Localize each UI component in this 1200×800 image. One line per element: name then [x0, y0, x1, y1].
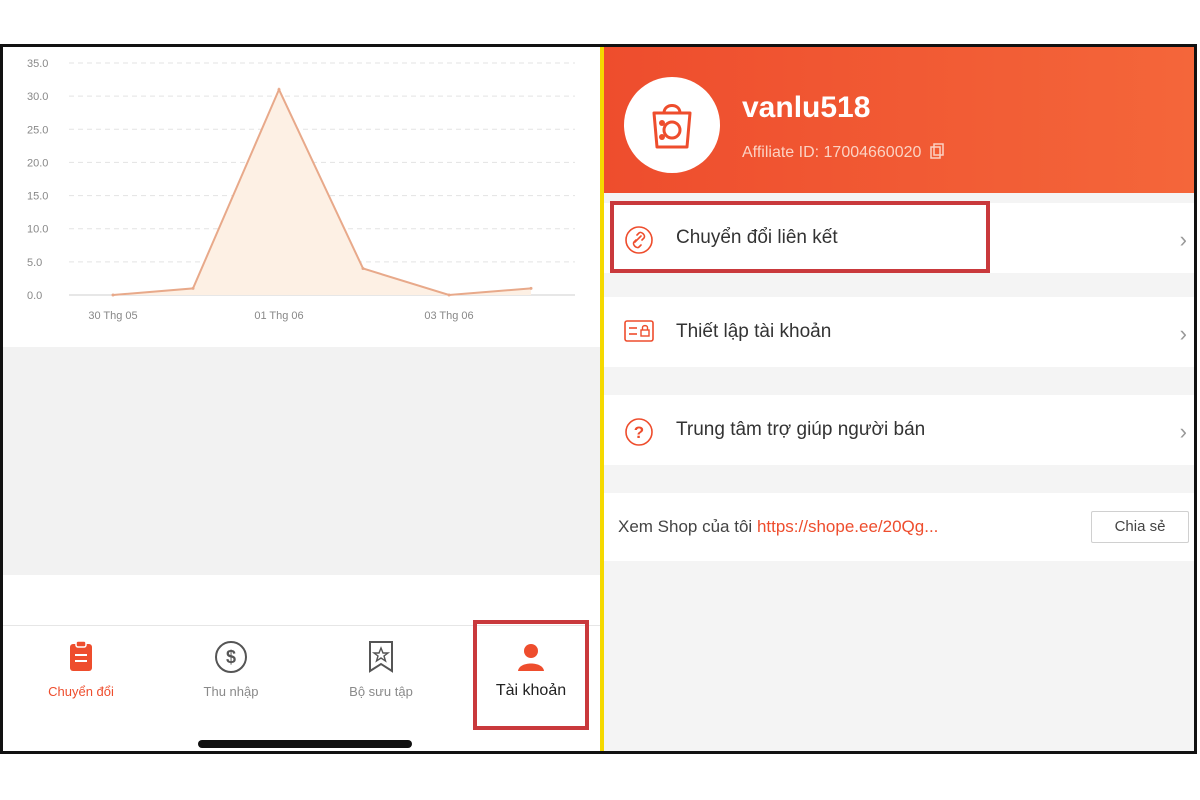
conversion-chart: 35.0 30.0 25.0 20.0 15.0 10.0 5.0 0.0 30 Thg 05 0… — [3, 47, 600, 347]
tab-label: Chuyển đổi — [48, 684, 114, 699]
menu-item-account-settings[interactable]: Thiết lập tài khoản › — [604, 297, 1194, 367]
profile-header: vanlu518 Affiliate ID: 17004660020 — [604, 47, 1194, 193]
my-shop-row: Xem Shop của tôi https://shope.ee/20Qg..… — [604, 493, 1194, 561]
shop-bag-icon — [652, 104, 692, 149]
chevron-right-icon: › — [1179, 321, 1187, 346]
chevron-right-icon: › — [1179, 227, 1187, 252]
chevron-right-icon: › — [1179, 419, 1187, 444]
copy-icon[interactable] — [930, 143, 944, 164]
data-point — [277, 88, 281, 92]
help-icon: ? — [624, 417, 654, 452]
data-point — [361, 266, 365, 270]
menu-item-label: Thiết lập tài khoản — [676, 321, 832, 342]
y-tick-label: 20.0 — [27, 157, 48, 169]
content-strip — [3, 575, 600, 623]
home-indicator — [198, 740, 412, 748]
my-shop-label: Xem Shop của tôi https://shope.ee/20Qg..… — [618, 517, 938, 537]
avatar[interactable] — [624, 77, 720, 173]
user-icon — [516, 642, 546, 677]
tab-label: Bộ sưu tập — [349, 684, 413, 699]
bookmark-star-icon — [367, 640, 395, 679]
x-tick-label: 03 Thg 06 — [424, 310, 473, 322]
menu-item-label: Trung tâm trợ giúp người bán — [676, 419, 926, 440]
y-tick-label: 35.0 — [27, 58, 48, 70]
x-tick-label: 30 Thg 05 — [88, 310, 137, 322]
affiliate-id-text: Affiliate ID: 17004660020 — [742, 144, 922, 161]
tab-label: Tài khoản — [495, 682, 567, 699]
id-card-icon — [624, 319, 654, 348]
y-tick-label: 5.0 — [27, 257, 42, 269]
menu-item-help-center[interactable]: ? Trung tâm trợ giúp người bán › — [604, 395, 1194, 465]
my-shop-text: Xem Shop của tôi — [618, 517, 753, 536]
highlight-box — [610, 201, 990, 273]
x-tick-label: 01 Thg 06 — [254, 310, 303, 322]
data-point — [447, 293, 451, 297]
clipboard-icon — [68, 640, 94, 677]
svg-text:$: $ — [226, 647, 236, 667]
my-shop-link[interactable]: https://shope.ee/20Qg... — [757, 517, 938, 536]
empty-content-area — [3, 347, 600, 575]
tab-label: Thu nhập — [203, 684, 259, 699]
stats-screen: 35.0 30.0 25.0 20.0 15.0 10.0 5.0 0.0 30 Thg 05 0… — [3, 47, 600, 751]
chart-svg: 35.0 30.0 25.0 20.0 15.0 10.0 5.0 0.0 30 Thg 05 0… — [27, 58, 575, 322]
affiliate-id: Affiliate ID: 17004660020 — [742, 143, 944, 164]
account-screen: vanlu518 Affiliate ID: 17004660020 Chuyể… — [604, 47, 1194, 751]
y-tick-label: 30.0 — [27, 91, 48, 103]
data-point — [111, 293, 115, 297]
tab-account[interactable]: Tài khoản — [473, 620, 589, 730]
tab-income[interactable]: $ Thu nhập — [171, 626, 291, 736]
bottom-nav: Chuyển đổi $ Thu nhập Bộ sưu tập Tài kho… — [3, 620, 600, 751]
share-button[interactable]: Chia sẻ — [1091, 511, 1189, 543]
y-tick-label: 15.0 — [27, 191, 48, 203]
series-area — [113, 89, 531, 295]
data-point — [529, 286, 533, 290]
svg-text:?: ? — [634, 423, 644, 442]
screenshot-frame: 35.0 30.0 25.0 20.0 15.0 10.0 5.0 0.0 30 Thg 05 0… — [0, 44, 1197, 754]
tab-conversion[interactable]: Chuyển đổi — [21, 626, 141, 736]
y-tick-label: 25.0 — [27, 124, 48, 136]
username: vanlu518 — [742, 91, 871, 124]
dollar-circle-icon: $ — [214, 640, 248, 679]
data-point — [191, 286, 195, 290]
y-tick-label: 10.0 — [27, 224, 48, 236]
y-tick-label: 0.0 — [27, 290, 42, 302]
tab-collection[interactable]: Bộ sưu tập — [321, 626, 441, 736]
